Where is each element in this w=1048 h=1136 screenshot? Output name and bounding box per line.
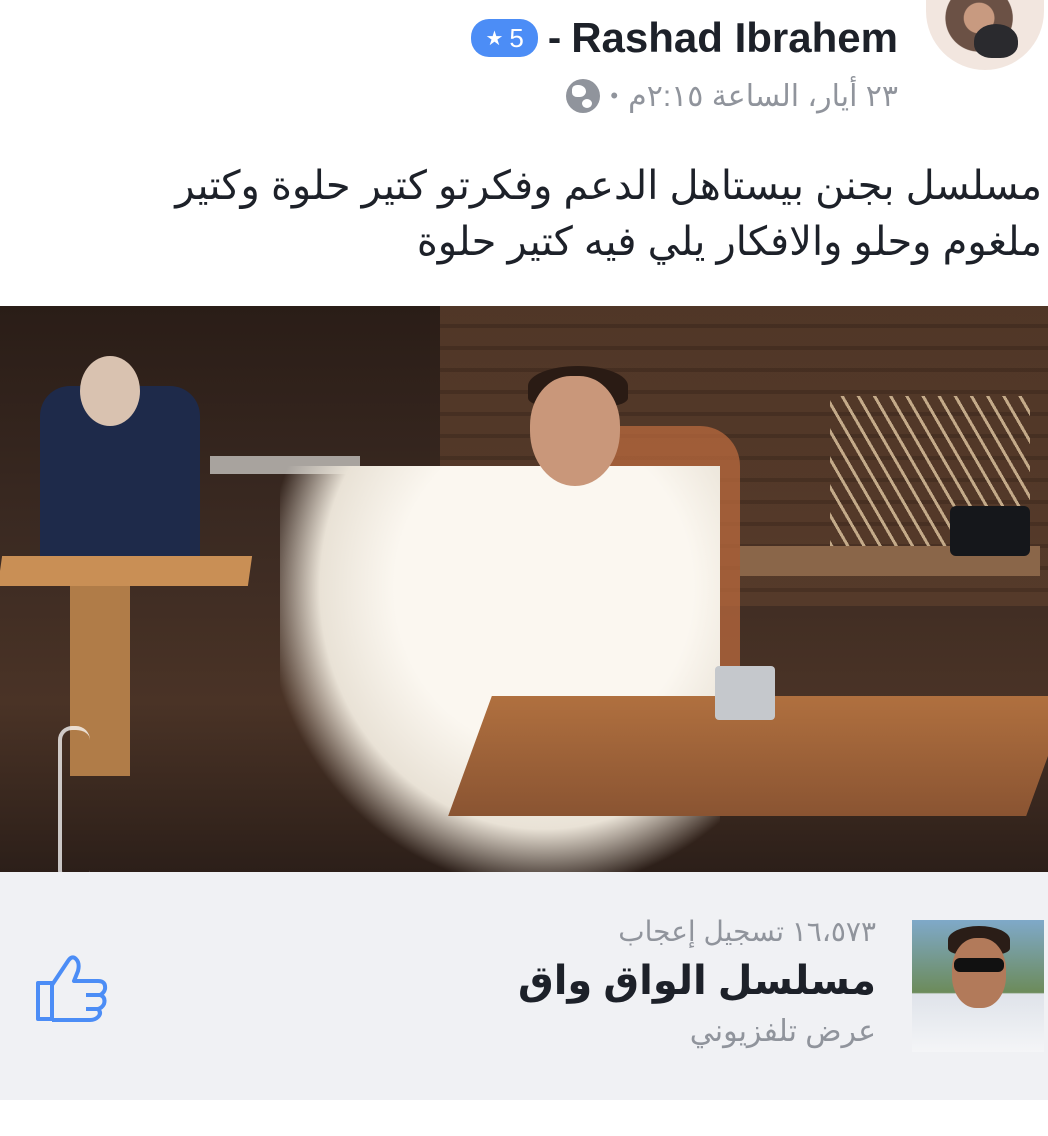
page-info: ١٦،٥٧٣ تسجيل إعجاب مسلسل الواق واق عرض ت… bbox=[316, 912, 876, 1054]
name-separator: - bbox=[547, 15, 562, 60]
star-icon: ★ bbox=[485, 27, 504, 50]
meta-separator: • bbox=[610, 83, 619, 108]
post-header: ★ 5 - Rashad Ibrahem • ٢٣ أيار، الساعة ٢… bbox=[0, 0, 1048, 130]
badge-count: 5 bbox=[509, 22, 524, 53]
page-category: عرض تلفزيوني bbox=[689, 1015, 876, 1048]
author-row: ★ 5 - Rashad Ibrahem bbox=[471, 12, 898, 64]
author-name[interactable]: Rashad Ibrahem bbox=[571, 14, 898, 62]
post-text-line-1: مسلسل بجنن بيستاهل الدعم وفكرتو كتير حلو… bbox=[175, 164, 1042, 208]
post-text-line-2: ملغوم وحلو والافكار يلي فيه كتير حلوة bbox=[416, 220, 1042, 264]
watermark-logo bbox=[58, 726, 90, 872]
author-avatar[interactable] bbox=[926, 0, 1044, 70]
wooden-table-left bbox=[0, 556, 253, 586]
post-photo[interactable] bbox=[0, 306, 1048, 872]
cropped-previous-line bbox=[420, 0, 890, 6]
page-card[interactable]: ١٦،٥٧٣ تسجيل إعجاب مسلسل الواق واق عرض ت… bbox=[0, 872, 1048, 1100]
post-timestamp[interactable]: ٢٣ أيار، الساعة ٢:١٥م bbox=[628, 79, 898, 114]
page-thumbnail[interactable] bbox=[912, 920, 1044, 1052]
post-meta: • ٢٣ أيار، الساعة ٢:١٥م bbox=[566, 76, 898, 116]
page-name[interactable]: مسلسل الواق واق bbox=[316, 952, 876, 1010]
globe-icon[interactable] bbox=[566, 79, 601, 113]
metal-mug bbox=[715, 666, 775, 720]
post-text: مسلسل بجنن بيستاهل الدعم وفكرتو كتير حلو… bbox=[112, 158, 1042, 270]
star-badge[interactable]: ★ 5 bbox=[471, 19, 538, 57]
thumbs-up-icon bbox=[36, 955, 108, 1022]
page-likes-count: ١٦،٥٧٣ تسجيل إعجاب bbox=[618, 916, 876, 947]
like-page-button[interactable] bbox=[30, 952, 114, 1024]
